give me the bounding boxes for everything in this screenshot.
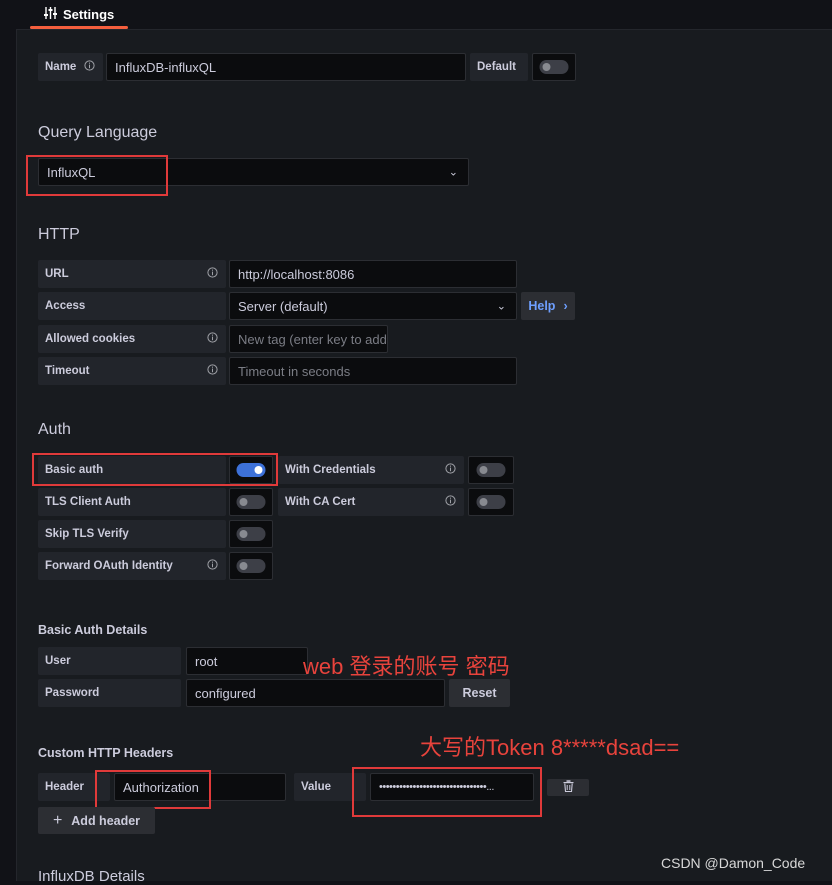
with-ca-cert-switch[interactable] xyxy=(476,495,506,509)
reset-password-button[interactable]: Reset xyxy=(449,679,510,707)
forward-oauth-switch[interactable] xyxy=(236,559,266,573)
custom-headers-heading: Custom HTTP Headers xyxy=(38,746,174,760)
query-language-heading: Query Language xyxy=(38,124,158,141)
info-icon[interactable] xyxy=(445,463,456,477)
name-input[interactable]: InfluxDB-influxQL xyxy=(106,53,466,81)
tls-client-auth-label: TLS Client Auth xyxy=(38,488,226,516)
forward-oauth-toggle[interactable] xyxy=(229,552,273,580)
forward-oauth-label: Forward OAuth Identity xyxy=(38,552,226,580)
password-label: Password xyxy=(38,679,181,707)
forward-oauth-label-text: Forward OAuth Identity xyxy=(45,560,173,572)
auth-heading: Auth xyxy=(38,421,71,438)
info-icon[interactable] xyxy=(207,332,218,346)
chevron-down-icon: ⌄ xyxy=(448,166,458,179)
tls-client-auth-toggle[interactable] xyxy=(229,488,273,516)
with-credentials-label: With Credentials xyxy=(278,456,464,484)
with-credentials-toggle[interactable] xyxy=(468,456,514,484)
plus-icon: + xyxy=(52,811,63,829)
password-input[interactable]: configured xyxy=(186,679,445,707)
skip-tls-verify-switch[interactable] xyxy=(236,527,266,541)
access-value: Server (default) xyxy=(238,298,328,314)
watermark: CSDN @Damon_Code xyxy=(661,855,806,871)
with-credentials-switch[interactable] xyxy=(476,463,506,477)
info-icon[interactable] xyxy=(445,495,456,509)
annotation-login-credentials: web 登录的账号 密码 xyxy=(303,654,510,679)
info-icon[interactable] xyxy=(207,267,218,281)
timeout-label-text: Timeout xyxy=(45,365,90,377)
with-ca-cert-label: With CA Cert xyxy=(278,488,464,516)
trash-icon xyxy=(563,780,574,795)
skip-tls-verify-label: Skip TLS Verify xyxy=(38,520,226,548)
user-label: User xyxy=(38,647,181,675)
sliders-icon xyxy=(44,7,57,22)
url-input[interactable]: http://localhost:8086 xyxy=(229,260,517,288)
url-label: URL xyxy=(38,260,226,288)
allowed-cookies-input[interactable]: New tag (enter key to add xyxy=(229,325,388,353)
http-heading: HTTP xyxy=(38,226,80,243)
default-toggle[interactable] xyxy=(532,53,576,81)
help-button[interactable]: Help › xyxy=(521,292,575,320)
annotation-box-basic-auth xyxy=(32,453,278,486)
with-credentials-label-text: With Credentials xyxy=(285,464,376,476)
annotation-token: 大写的Token 8*****dsad== xyxy=(420,735,680,760)
add-header-button[interactable]: + Add header xyxy=(38,807,155,834)
tab-settings-label: Settings xyxy=(63,7,115,22)
annotation-box-header xyxy=(95,770,211,809)
basic-auth-details-heading: Basic Auth Details xyxy=(38,623,148,637)
delete-header-button[interactable] xyxy=(547,779,589,796)
access-select[interactable]: Server (default) ⌄ xyxy=(229,292,517,320)
help-label: Help xyxy=(528,299,556,313)
influxdb-details-heading: InfluxDB Details xyxy=(38,868,145,885)
allowed-cookies-label-text: Allowed cookies xyxy=(45,333,136,345)
name-label: Name xyxy=(38,53,103,81)
url-label-text: URL xyxy=(45,268,69,280)
timeout-label: Timeout xyxy=(38,357,226,385)
annotation-box-value xyxy=(352,767,542,817)
default-switch[interactable] xyxy=(539,60,569,74)
user-input[interactable]: root xyxy=(186,647,308,675)
annotation-box-query-language xyxy=(26,155,168,196)
name-label-text: Name xyxy=(45,61,77,73)
access-label: Access xyxy=(38,292,226,320)
tls-client-auth-switch[interactable] xyxy=(236,495,266,509)
info-icon[interactable] xyxy=(84,60,95,74)
chevron-down-icon: ⌄ xyxy=(496,300,506,313)
info-icon[interactable] xyxy=(207,559,218,573)
chevron-right-icon: › xyxy=(563,299,568,313)
allowed-cookies-label: Allowed cookies xyxy=(38,325,226,353)
default-label: Default xyxy=(470,53,528,81)
with-ca-cert-toggle[interactable] xyxy=(468,488,514,516)
add-header-label: Add header xyxy=(71,813,141,828)
skip-tls-verify-toggle[interactable] xyxy=(229,520,273,548)
tab-settings[interactable]: Settings xyxy=(30,0,128,29)
info-icon[interactable] xyxy=(207,364,218,378)
with-ca-cert-label-text: With CA Cert xyxy=(285,496,356,508)
timeout-input[interactable]: Timeout in seconds xyxy=(229,357,517,385)
